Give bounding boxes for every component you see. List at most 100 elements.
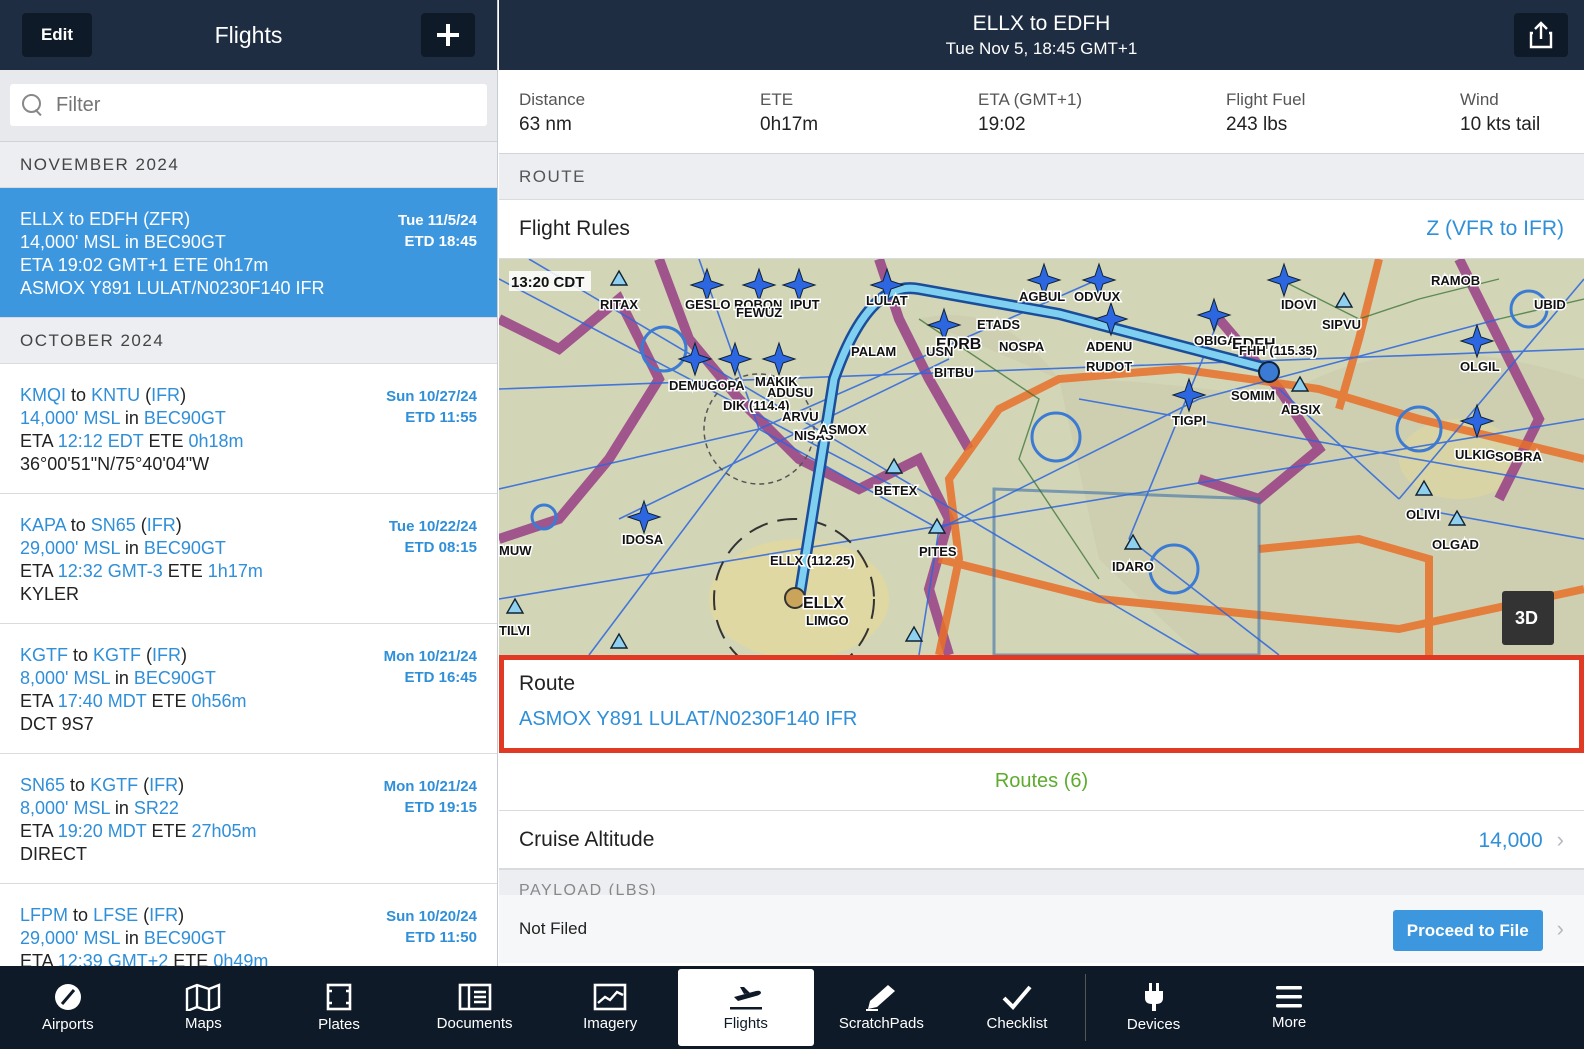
tab-checklist[interactable]: Checklist	[949, 966, 1085, 1049]
flight-origin: SN65	[20, 775, 66, 795]
flight-rules: IFR	[146, 515, 176, 535]
flight-rules-label: Flight Rules	[519, 217, 630, 240]
flight-etd: ETD 11:55	[405, 409, 477, 426]
flight-route-string: 36°00'51"N/75°40'04"W	[20, 454, 210, 474]
flight-rules-value[interactable]: Z (VFR to IFR)	[1426, 217, 1564, 241]
flight-altitude: 14,000' MSL	[20, 408, 120, 428]
flight-etd: ETD 18:45	[404, 233, 477, 250]
map-waypoint-label: ADENU	[1086, 339, 1132, 354]
cruise-altitude-value[interactable]: 14,000	[1478, 829, 1542, 852]
flight-eta: 12:32 GMT-3	[57, 561, 163, 581]
tab-plates[interactable]: Plates	[271, 966, 407, 1049]
flight-destination: KGTF	[93, 645, 142, 665]
tab-label: Devices	[1126, 1016, 1181, 1033]
flight-origin: KAPA	[20, 515, 66, 535]
flight-destination: LFSE	[93, 905, 139, 925]
tab-scratchpads[interactable]: ScratchPads	[814, 966, 950, 1049]
word-to: to	[71, 385, 87, 405]
plus-icon	[437, 24, 459, 46]
word-in: in	[114, 668, 129, 688]
payload-section-header: PAYLOAD (LBS)	[499, 869, 1584, 895]
flight-row[interactable]: KAPA to SN65 (IFR) 29,000' MSL in BEC90GT…	[0, 494, 497, 624]
flight-aircraft: BEC90GT	[143, 232, 226, 252]
map-waypoint-label: OLGIL	[1460, 359, 1500, 374]
stat-ete: ETE 0h17m	[760, 90, 978, 153]
proceed-group: Proceed to File ›	[1392, 910, 1564, 951]
cruise-altitude-row[interactable]: Cruise Altitude 14,000 ›	[499, 811, 1584, 869]
stat-value: 19:02	[978, 114, 1026, 135]
flight-eta: 19:02 GMT+1	[57, 255, 169, 275]
stat-eta: ETA (GMT+1) 19:02	[978, 90, 1226, 153]
map-waypoint-label: LIMGO	[806, 613, 849, 628]
stat-label: Flight Fuel	[1226, 90, 1306, 109]
flight-eta: 17:40 MDT	[57, 691, 147, 711]
map-time-label: 13:20 CDT	[511, 274, 584, 291]
map-waypoint-label: NOSPA	[999, 339, 1045, 354]
map-waypoint-label: AGBUL	[1019, 289, 1065, 304]
flight-destination: EDFH	[89, 209, 139, 229]
map-waypoint-label: FHH (115.35)	[1239, 343, 1317, 358]
tab-bar: Airports Maps Plates Documents Imagery F…	[0, 966, 1584, 1049]
3d-button[interactable]: 3D	[1515, 608, 1538, 628]
route-field[interactable]: Route ASMOX Y891 LULAT/N0230F140 IFR	[499, 655, 1584, 753]
map-waypoint-label: SOBRA	[1495, 449, 1543, 464]
flight-ete: 0h56m	[191, 691, 247, 711]
flight-rules-row[interactable]: Flight Rules Z (VFR to IFR)	[499, 200, 1584, 259]
share-icon	[1529, 21, 1553, 49]
tab-imagery[interactable]: Imagery	[542, 966, 678, 1049]
flight-eta-line: ETA 12:32 GMT-3 ETE 1h17m	[20, 560, 477, 583]
tab-label: Flights	[723, 1015, 768, 1032]
filter-field[interactable]	[10, 84, 487, 126]
route-map[interactable]: 13:20 CDT RITAX GESLO ROBON IPUT LULAT AGBUL O…	[499, 259, 1584, 655]
tab-more[interactable]: More	[1221, 966, 1357, 1049]
share-button[interactable]	[1514, 13, 1568, 57]
stat-value: 63 nm	[519, 114, 572, 135]
flight-origin: LFPM	[20, 905, 69, 925]
section-header-november: NOVEMBER 2024	[0, 142, 497, 188]
word-ete: ETE	[148, 431, 184, 451]
tab-airports[interactable]: Airports	[0, 966, 136, 1049]
map-waypoint-label: SOMIM	[1231, 388, 1275, 403]
flight-row[interactable]: KMQI to KNTU (IFR) 14,000' MSL in BEC90GT…	[0, 364, 497, 494]
flight-destination: KGTF	[90, 775, 139, 795]
word-eta: ETA	[20, 951, 53, 966]
map-waypoint-label: IPUT	[790, 297, 820, 312]
edit-button[interactable]: Edit	[22, 13, 92, 57]
flight-eta: 12:12 EDT	[57, 431, 144, 451]
flight-date-block: Sun 10/20/24 ETD 11:50	[386, 906, 477, 948]
flight-etd: ETD 19:15	[404, 799, 477, 816]
stat-wind: Wind 10 kts tail	[1460, 90, 1540, 153]
airports-icon	[54, 984, 81, 1010]
flight-row-selected[interactable]: ELLX to EDFH (ZFR) 14,000' MSL in BEC90GT…	[0, 188, 497, 318]
route-value[interactable]: ASMOX Y891 LULAT/N0230F140 IFR	[519, 708, 1564, 731]
tab-documents[interactable]: Documents	[407, 966, 543, 1049]
flight-ete: 0h18m	[188, 431, 244, 451]
map-waypoint-label: ARVU	[782, 409, 819, 424]
imagery-icon	[593, 983, 627, 1011]
flights-header: Edit Flights	[0, 0, 497, 70]
flight-rules: IFR	[152, 645, 182, 665]
tab-flights[interactable]: Flights	[677, 969, 814, 1046]
stat-fuel: Flight Fuel 243 lbs	[1226, 90, 1460, 153]
routes-link[interactable]: Routes (6)	[499, 753, 1584, 811]
detail-title: ELLX to EDFH	[972, 12, 1111, 35]
flight-date-block: Sun 10/27/24 ETD 11:55	[386, 386, 477, 428]
word-eta: ETA	[20, 691, 53, 711]
tab-devices[interactable]: Devices	[1086, 966, 1222, 1049]
word-in: in	[114, 798, 129, 818]
tab-maps[interactable]: Maps	[136, 966, 272, 1049]
flight-date: Sun 10/20/24	[386, 908, 477, 925]
flight-row[interactable]: KGTF to KGTF (IFR) 8,000' MSL in BEC90GT E…	[0, 624, 497, 754]
flight-row[interactable]: LFPM to LFSE (IFR) 29,000' MSL in BEC90GT…	[0, 884, 497, 966]
flight-altitude: 14,000' MSL	[20, 232, 120, 252]
add-flight-button[interactable]	[421, 13, 475, 57]
map-waypoint-label: BETEX	[874, 483, 918, 498]
flight-eta-line: ETA 12:12 EDT ETE 0h18m	[20, 430, 477, 453]
map-waypoint-label: ELLX (112.25)	[770, 553, 855, 568]
filter-input[interactable]	[56, 93, 487, 117]
flight-stats: Distance 63 nm ETE 0h17m ETA (GMT+1) 19:02 …	[499, 70, 1584, 154]
flight-route-string: ASMOX Y891 LULAT/N0230F140 IFR	[20, 278, 325, 298]
proceed-to-file-button[interactable]: Proceed to File	[1392, 910, 1543, 951]
flight-row[interactable]: SN65 to KGTF (IFR) 8,000' MSL in SR22 ETA …	[0, 754, 497, 884]
flight-date: Tue 11/5/24	[398, 212, 477, 229]
